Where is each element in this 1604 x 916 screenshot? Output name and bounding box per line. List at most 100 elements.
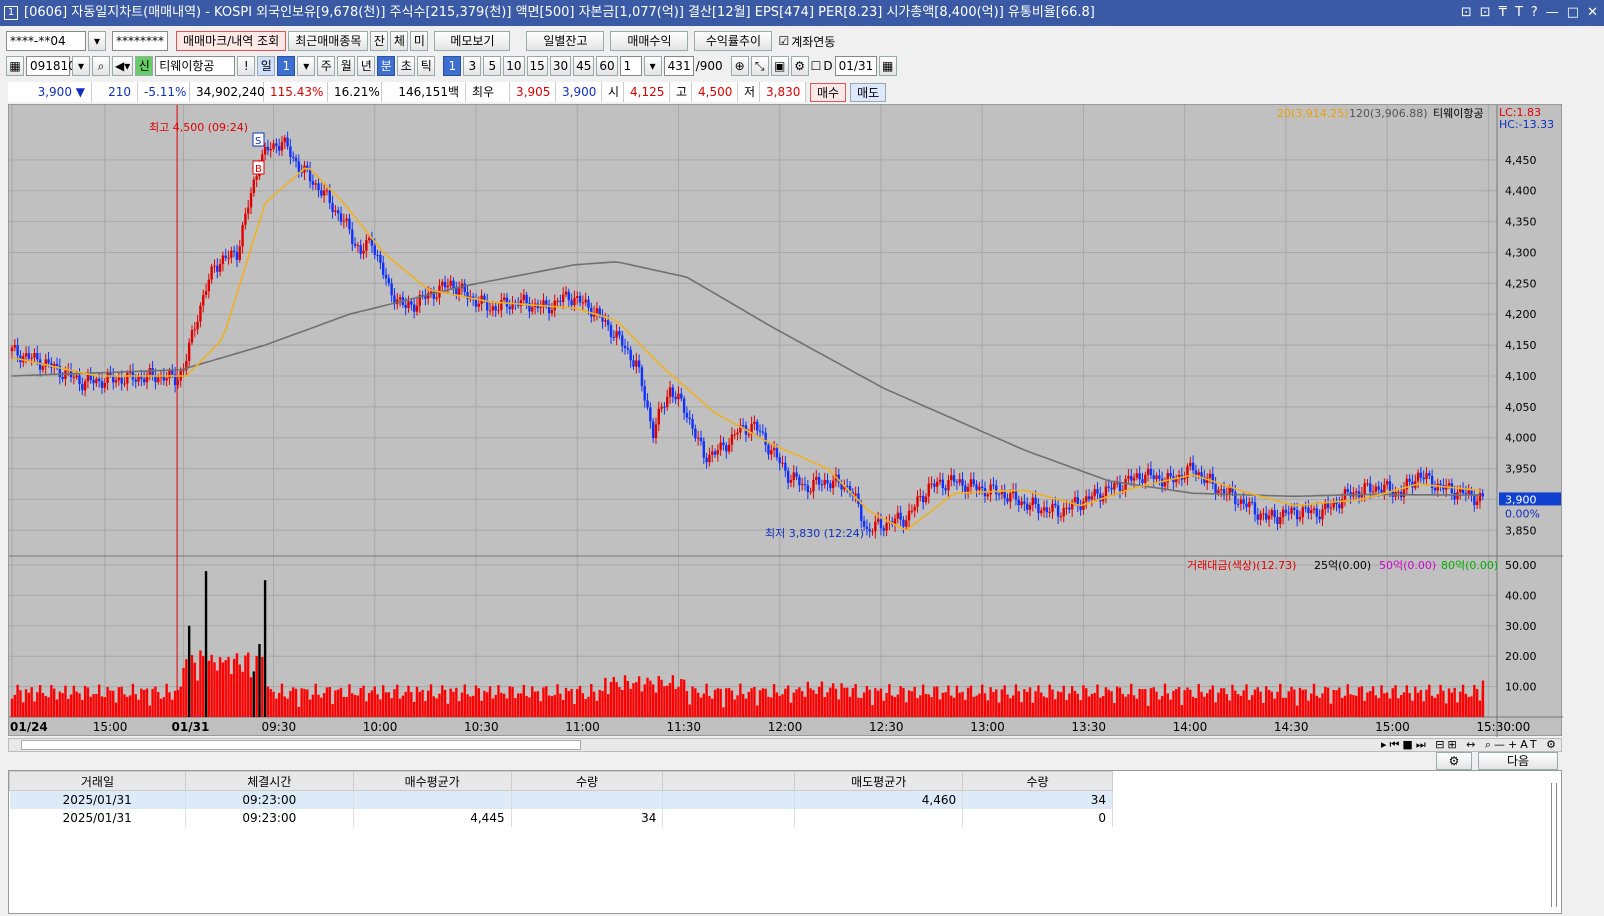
volume-bar xyxy=(615,682,618,717)
settings-gear-button[interactable]: ⚙ xyxy=(1436,752,1472,770)
interval-10[interactable]: 10 xyxy=(503,56,525,76)
chart-panel[interactable]: 4,450 4,400 4,350 4,300 4,250 4,200 4,150 4,100… xyxy=(8,104,1563,737)
maximize-icon[interactable]: □ xyxy=(1567,0,1579,26)
candle-body xyxy=(275,143,278,147)
save-icon[interactable]: ▣ xyxy=(770,56,789,76)
chevron-down-icon[interactable]: ▾ xyxy=(88,31,106,51)
interval-60[interactable]: 60 xyxy=(596,56,618,76)
volume-bar xyxy=(78,693,81,717)
copy-icon[interactable]: ⊡ xyxy=(1480,0,1491,26)
volume-bar xyxy=(1374,695,1378,717)
candle-body xyxy=(187,342,191,361)
period-year[interactable]: 년 xyxy=(357,56,376,76)
interval-3[interactable]: 3 xyxy=(463,56,482,76)
candle-body xyxy=(407,301,410,308)
volume-bar xyxy=(1461,684,1465,717)
calendar-icon[interactable]: ▦ xyxy=(878,56,897,76)
unfilled-button[interactable]: 미 xyxy=(410,31,429,51)
restore-icon[interactable]: ⊡ xyxy=(1461,0,1472,26)
buy-button[interactable]: 매수 xyxy=(810,82,847,102)
balance-button[interactable]: 잔 xyxy=(370,31,389,51)
count-input[interactable]: 431 xyxy=(663,56,694,76)
unit-input[interactable]: 1 xyxy=(619,56,642,76)
sell-button[interactable]: 매도 xyxy=(850,82,887,102)
volume-bar xyxy=(457,701,461,717)
daily-balance-button[interactable]: 일별잔고 xyxy=(526,31,605,51)
price-chart[interactable]: 4,450 4,400 4,350 4,300 4,250 4,200 4,150 4,100… xyxy=(9,105,1563,737)
volume-bar xyxy=(1481,680,1485,717)
interval-30[interactable]: 30 xyxy=(549,56,572,76)
next-button[interactable]: 다음 xyxy=(1478,752,1558,770)
stock-code-input[interactable]: 091810 xyxy=(26,56,76,76)
ma120-line xyxy=(11,261,1480,498)
account-select[interactable]: ****-**04 xyxy=(6,31,86,51)
period-minute[interactable]: 분 xyxy=(377,56,396,76)
period-week[interactable]: 주 xyxy=(317,56,336,76)
chart-tool-icons[interactable]: ▸⏮■⏭ ⊟⊞ ↔ ⌕—+AT ⚙ xyxy=(1381,739,1559,751)
close-icon[interactable]: ✕ xyxy=(1587,0,1598,26)
volume-bar xyxy=(230,674,233,717)
interval-5[interactable]: 5 xyxy=(483,56,502,76)
table-scrollbar[interactable] xyxy=(1551,783,1557,907)
candle-body xyxy=(322,190,326,196)
return-trend-button[interactable]: 수익률추이 xyxy=(694,31,773,51)
cell-empty xyxy=(662,808,796,827)
candle-body xyxy=(452,280,455,289)
interval-1[interactable]: 1 xyxy=(443,56,462,76)
account-link-checkbox[interactable]: ☑ xyxy=(778,34,789,48)
candle-body xyxy=(711,451,714,455)
volume-bar xyxy=(696,692,700,717)
period-second[interactable]: 초 xyxy=(397,56,416,76)
volume-bar xyxy=(393,689,396,717)
trade-profit-button[interactable]: 매매수익 xyxy=(610,31,689,51)
candle-body xyxy=(916,496,919,507)
table-row[interactable]: 2025/01/31 09:23:00 4,445 34 0 xyxy=(9,808,1113,827)
search-icon[interactable]: ⌕ xyxy=(92,56,110,76)
minimize-icon[interactable]: — xyxy=(1546,0,1559,26)
chevron-down-icon[interactable]: ▾ xyxy=(643,56,662,76)
volume-bar xyxy=(1124,696,1127,717)
interval-15[interactable]: 15 xyxy=(526,56,548,76)
chart-scrollbar[interactable]: ▸⏮■⏭ ⊟⊞ ↔ ⌕—+AT ⚙ xyxy=(8,738,1562,752)
candle-body xyxy=(390,283,393,296)
memo-button[interactable]: 메모보기 xyxy=(434,31,511,51)
candle-body xyxy=(955,481,959,483)
tools-icon[interactable]: ⊕ xyxy=(730,56,749,76)
volume-bar xyxy=(30,687,33,717)
period-day-count[interactable]: 1 xyxy=(277,56,296,76)
volume-bar xyxy=(604,677,607,717)
date-checkbox[interactable]: ☐ xyxy=(811,59,822,73)
font-icon[interactable]: T xyxy=(1515,0,1523,26)
period-tick[interactable]: 틱 xyxy=(417,56,436,76)
period-day[interactable]: 일 xyxy=(257,56,276,76)
speaker-icon[interactable]: ◀▾ xyxy=(112,56,134,76)
draw-icon[interactable]: ⤡ xyxy=(750,56,769,76)
volume-bar xyxy=(542,687,545,717)
period-month[interactable]: 월 xyxy=(337,56,356,76)
candle-body xyxy=(297,161,301,172)
alert-icon[interactable]: ! xyxy=(237,56,256,76)
volume-bar xyxy=(1099,697,1102,717)
chevron-down-icon[interactable]: ▾ xyxy=(297,56,316,76)
filled-button[interactable]: 체 xyxy=(390,31,409,51)
gear-icon[interactable]: ⚙ xyxy=(790,56,809,76)
help-icon[interactable]: ? xyxy=(1531,0,1538,26)
volume-bar xyxy=(876,690,880,717)
table-row[interactable]: 2025/01/31 09:23:00 4,460 34 xyxy=(9,790,1113,809)
y-tick-label: 3,850 xyxy=(1505,524,1537,537)
candle-body xyxy=(1307,507,1310,514)
scroll-thumb[interactable] xyxy=(21,740,581,750)
layout-icon[interactable]: ▦ xyxy=(6,56,24,76)
pin-icon[interactable]: ₸ xyxy=(1499,0,1507,26)
volume-bar xyxy=(1245,684,1248,717)
chevron-down-icon[interactable]: ▾ xyxy=(72,56,90,76)
recent-trades-button[interactable]: 최근매매종목 xyxy=(288,31,369,51)
trade-mark-button[interactable]: 매매마크/내역 조회 xyxy=(176,31,287,51)
password-input[interactable]: ******** xyxy=(112,31,168,51)
candle-body xyxy=(699,437,703,442)
candle-body xyxy=(457,288,461,295)
candle-body xyxy=(81,383,84,391)
candle-body xyxy=(114,380,118,383)
interval-45[interactable]: 45 xyxy=(573,56,595,76)
date-input[interactable]: 01/31 xyxy=(834,56,877,76)
